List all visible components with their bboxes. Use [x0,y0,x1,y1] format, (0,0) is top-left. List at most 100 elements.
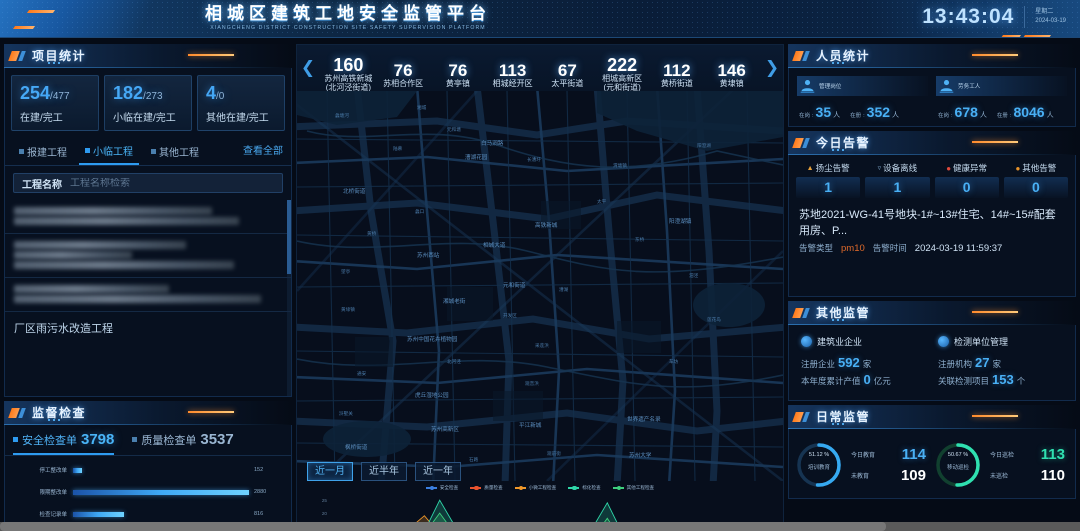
scrollbar-thumb[interactable] [287,200,291,275]
tab-marker-icon [132,437,138,442]
scrollbar-thumb[interactable] [0,522,886,531]
map-place-label: 元和街道 [503,283,526,289]
map-place-label: 陆慕 [393,146,403,151]
other-cell-line: 关联检测项目 153 个 [938,372,1069,387]
other-cell-construction-enterprises[interactable]: 建筑业企业 注册企业 592 家 本年度累计产值 0 亿元 [795,335,932,387]
tab-other-project[interactable]: 其他工程 [145,140,205,164]
district-cell[interactable]: 146 黄埭镇 [704,60,759,91]
panel-dots-deco [832,319,846,321]
bar-track [73,467,249,473]
panel-accent-icon-2 [802,138,810,148]
line-number: 27 [975,355,990,370]
tab-label: 小临工程 [93,147,133,158]
bar-fill [73,489,249,495]
list-item[interactable] [5,278,291,312]
stat-key: 在册 [996,113,1008,119]
alert-cell-other[interactable]: ● 其他告警 0 [1003,162,1068,198]
chevron-right-icon[interactable]: ❯ [761,58,783,78]
district-cell[interactable]: 113 相城经开区 [485,60,540,91]
stat-card[interactable]: 254/477 在建/完工 [11,75,99,131]
stat-number: 352 [866,104,891,120]
header-arrow-deco-1 [26,10,56,13]
city-map[interactable]: 蠡塘河 湘城 陆慕 元和塘 北桥街道 漕湖花园 白马涧路 长漕圩 蠡口 黄桥 太平 渭塘镇 阳澄湖 望亭苏… [297,91,783,481]
daily-cell-training[interactable]: 51.12 % 培训教育 今日教育 114 未教育 109 [793,439,932,491]
date-tab-month[interactable]: 近一月 [307,462,353,481]
clock-weekday: 星期二 [1035,9,1054,15]
worker-icon [939,80,954,93]
district-value: 146 [717,61,746,80]
district-value: 76 [448,61,468,80]
list-item[interactable] [5,200,291,234]
stat-unit: 人 [979,112,987,119]
right-sidebar: 人员统计 管理岗位 在岗: 35 人 在册: 352 人 劳务工人 在岗:… [788,44,1076,528]
date-tab-year[interactable]: 近一年 [415,462,461,481]
tab-label: 安全检查单 [22,435,77,447]
tab-quality-checklist[interactable]: 质量检查单 3537 [132,431,234,453]
chevron-left-icon[interactable]: ❮ [297,58,319,78]
daily-value-line: 今日巡检 113 [990,444,1071,465]
district-cell[interactable]: 112 黄桥街道 [650,60,705,91]
stat-card[interactable]: 182/273 小临在建/完工 [104,75,192,131]
project-list-scrollbar[interactable] [287,200,291,396]
value-number: 110 [1040,467,1065,484]
bar-row: 限期整改单 2880 [13,488,283,496]
district-value: 160 [333,55,364,75]
alert-label: 设备离线 [883,163,918,173]
legend-item[interactable]: 小微工程检查 [514,485,556,491]
other-cell-title: 检测单位管理 [954,337,1009,347]
daily-values: 今日巡检 113 未巡检 110 [990,444,1071,486]
legend-item[interactable]: 标化检查 [568,485,601,491]
tab-value: 3537 [200,431,234,448]
panel-dots-deco [832,423,846,425]
stat-card[interactable]: 4/0 其他在建/完工 [197,75,285,131]
page-horizontal-scrollbar[interactable] [0,522,1080,531]
tab-baojian-project[interactable]: 报建工程 [13,140,73,164]
legend-item[interactable]: 质量检查 [470,485,503,491]
legend-item[interactable]: 其他工程检查 [612,485,654,491]
map-place-label: 湘城 [417,105,427,110]
list-item-last[interactable]: 厂区雨污水改造工程 [5,312,291,344]
tab-safety-checklist[interactable]: 安全检查单 3798 [13,431,115,455]
other-cell-line: 注册机构 27 家 [938,355,1069,370]
tab-xiaolin-project[interactable]: 小临工程 [79,139,139,165]
other-cell-header: 建筑业企业 [801,335,932,348]
district-cell[interactable]: 160 苏州高铁新城 (北河泾街道) [321,55,376,95]
alert-type-label: 告警类型 [799,243,834,253]
legend-item[interactable]: 安全检查 [425,485,458,491]
stat-label: 小临在建/完工 [113,113,176,124]
district-cell[interactable]: 76 苏相合作区 [376,60,431,91]
other-supervision-panel: 其他监管 建筑业企业 注册企业 592 家 本年度累计产值 0 亿元 检测单位管… [788,301,1076,401]
map-place-label: 枫桥街道 [345,445,368,451]
list-item[interactable] [5,234,291,278]
daily-cell-inspection[interactable]: 50.67 % 移动巡检 今日巡检 113 未巡检 110 [932,439,1071,491]
project-search-bar[interactable]: 工程名称 [13,173,283,193]
personnel-title-bar: 人员统计 [788,44,1076,68]
district-value: 76 [393,61,413,80]
redacted-text [14,295,261,303]
value-key: 未巡检 [990,474,1009,480]
other-cell-testing-units[interactable]: 检测单位管理 注册机构 27 家 关联检测项目 153 个 [932,335,1069,387]
panel-orange-bar [188,54,234,56]
view-all-link[interactable]: 查看全部 [243,142,283,162]
legend-label: 质量检查 [484,485,503,490]
panel-accent-icon-2 [18,408,26,418]
panel-underline [788,154,1076,155]
clock-divider [1024,6,1026,28]
redacted-text [14,285,170,293]
alert-detail[interactable]: 苏地2021-WG-41号地块-1#~13#住宅、14#~15#配套用房、P..… [789,203,1075,263]
map-place-label: 莲花岛 [707,317,721,322]
district-cell[interactable]: 76 黄亭镇 [431,60,486,91]
alert-cell-dust[interactable]: ▲ 扬尘告警 1 [796,162,861,198]
search-input[interactable] [70,177,282,189]
map-place-label: 蠡塘河 [335,113,349,118]
alert-cell-health[interactable]: ● 健康异常 0 [934,162,999,198]
district-cell[interactable]: 222 相城高新区 (元和街道) [595,55,650,95]
date-tab-half-year[interactable]: 近半年 [361,462,407,481]
alert-cell-device-offline[interactable]: ▿ 设备离线 1 [865,162,930,198]
map-place-label: 蠡口 [415,209,425,214]
map-place-label: 白马涧路 [481,141,504,147]
map-place-label: 沺泾 [689,273,699,278]
project-list[interactable]: 厂区雨污水改造工程 [5,200,291,396]
line-number: 0 [863,372,871,387]
district-cell[interactable]: 67 太平街道 [540,60,595,91]
